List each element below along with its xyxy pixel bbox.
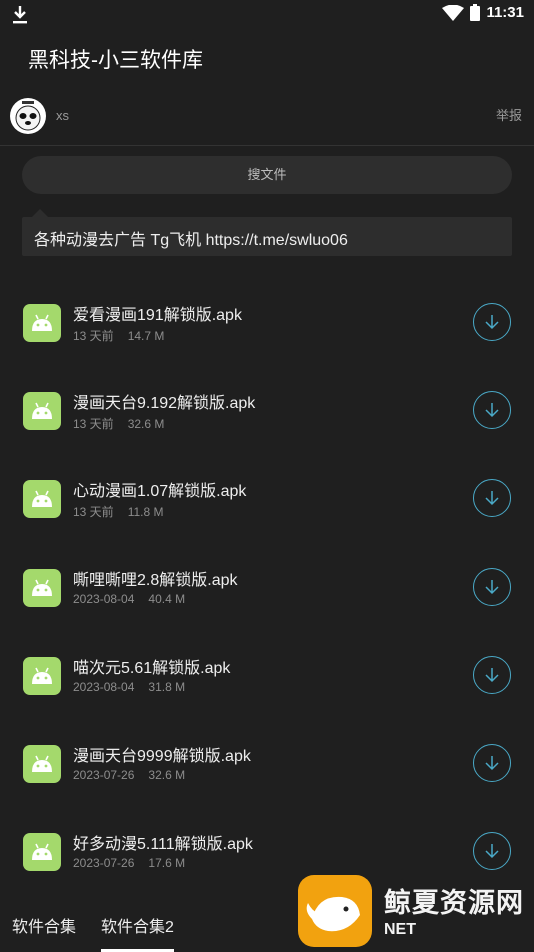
file-date: 2023-08-04 <box>73 591 135 606</box>
android-icon <box>23 656 61 695</box>
download-notification-icon <box>13 6 27 24</box>
clock: 11:31 <box>486 4 524 21</box>
avatar[interactable] <box>10 98 46 134</box>
file-meta: 2023-08-04 31.8 M <box>73 680 185 694</box>
watermark-text: 鲸夏资源网 <box>384 888 524 918</box>
owner-name[interactable]: xs <box>56 108 69 123</box>
file-name: 嘶哩嘶哩2.8解锁版.apk <box>73 571 238 589</box>
download-arrow-icon <box>485 579 499 594</box>
divider <box>0 145 534 146</box>
file-size: 11.8 M <box>127 505 164 520</box>
file-meta: 13 天前 14.7 M <box>73 327 164 344</box>
download-button[interactable] <box>473 303 511 341</box>
download-arrow-icon <box>485 315 499 330</box>
file-name: 喵次元5.61解锁版.apk <box>73 659 231 677</box>
file-meta: 2023-07-26 32.6 M <box>73 768 185 782</box>
file-size: 14.7 M <box>127 329 165 343</box>
tab-software-collection[interactable]: 软件合集 <box>12 913 76 937</box>
list-item[interactable]: 爱看漫画191解锁版.apk 13 天前 14.7 M <box>0 279 534 367</box>
list-item[interactable]: 漫画天台9999解锁版.apk 2023-07-26 32.6 M <box>0 720 534 808</box>
file-meta: 13 天前 11.8 M <box>73 503 163 520</box>
android-icon <box>23 833 61 872</box>
list-item[interactable]: 嘶哩嘶哩2.8解锁版.apk 2023-08-04 40.4 M <box>0 544 534 632</box>
download-button[interactable] <box>473 479 511 518</box>
download-arrow-icon <box>485 403 499 418</box>
list-item[interactable]: 喵次元5.61解锁版.apk 2023-08-04 31.8 M <box>0 632 534 720</box>
battery-icon <box>470 4 481 21</box>
file-size: 40.4 M <box>148 591 186 606</box>
notice-text: 各种动漫去广告 Tg飞机 https://t.me/swluo06 <box>34 232 348 249</box>
download-button[interactable] <box>473 655 511 694</box>
android-icon <box>23 392 61 431</box>
owner-row: xs 举报 <box>0 96 534 140</box>
tab-software-collection-2[interactable]: 软件合集2 <box>101 913 174 952</box>
file-meta: 2023-07-26 17.6 M <box>73 856 185 870</box>
status-bar: 11:31 <box>0 0 534 30</box>
download-arrow-icon <box>485 491 499 506</box>
android-icon <box>23 744 61 783</box>
report-link[interactable]: 举报 <box>496 105 522 124</box>
android-icon <box>23 568 61 607</box>
file-date: 2023-07-26 <box>73 767 135 782</box>
file-name: 漫画天台9.192解锁版.apk <box>73 395 256 413</box>
download-button[interactable] <box>473 391 511 430</box>
download-button[interactable] <box>473 832 511 871</box>
file-name: 心动漫画1.07解锁版.apk <box>73 483 247 501</box>
wifi-icon <box>442 4 465 21</box>
download-arrow-icon <box>485 667 499 682</box>
page-title: 黑科技-小三软件库 <box>28 49 203 72</box>
watermark-sub: NET <box>384 921 416 938</box>
download-arrow-icon <box>485 844 499 859</box>
file-name: 好多动漫5.111解锁版.apk <box>73 836 253 854</box>
download-arrow-icon <box>485 755 499 770</box>
search-button[interactable]: 搜文件 <box>22 156 512 194</box>
android-icon <box>23 480 61 519</box>
file-size: 17.6 M <box>148 856 186 871</box>
file-date: 13 天前 <box>73 329 114 343</box>
download-button[interactable] <box>473 567 511 606</box>
file-size: 32.6 M <box>127 417 165 432</box>
file-meta: 13 天前 32.6 M <box>73 415 164 432</box>
whale-logo-icon <box>298 875 372 947</box>
android-icon <box>23 304 61 342</box>
file-meta: 2023-08-04 40.4 M <box>73 592 185 606</box>
list-item[interactable]: 心动漫画1.07解锁版.apk 13 天前 11.8 M <box>0 455 534 543</box>
download-button[interactable] <box>473 743 511 782</box>
watermark: 鲸夏资源网 NET <box>296 873 534 949</box>
file-size: 31.8 M <box>148 679 186 694</box>
list-item[interactable]: 漫画天台9.192解锁版.apk 13 天前 32.6 M <box>0 367 534 455</box>
panda-avatar-icon <box>15 101 41 131</box>
file-date: 2023-07-26 <box>73 856 135 871</box>
file-date: 13 天前 <box>73 417 114 432</box>
notice-bubble: 各种动漫去广告 Tg飞机 https://t.me/swluo06 <box>22 209 512 256</box>
file-name: 爱看漫画191解锁版.apk <box>73 307 242 324</box>
file-list: 爱看漫画191解锁版.apk 13 天前 14.7 M 漫画天台9.192解锁版.… <box>0 279 534 896</box>
file-date: 13 天前 <box>73 505 114 520</box>
file-size: 32.6 M <box>148 767 186 782</box>
file-name: 漫画天台9999解锁版.apk <box>73 747 251 765</box>
file-date: 2023-08-04 <box>73 679 135 694</box>
